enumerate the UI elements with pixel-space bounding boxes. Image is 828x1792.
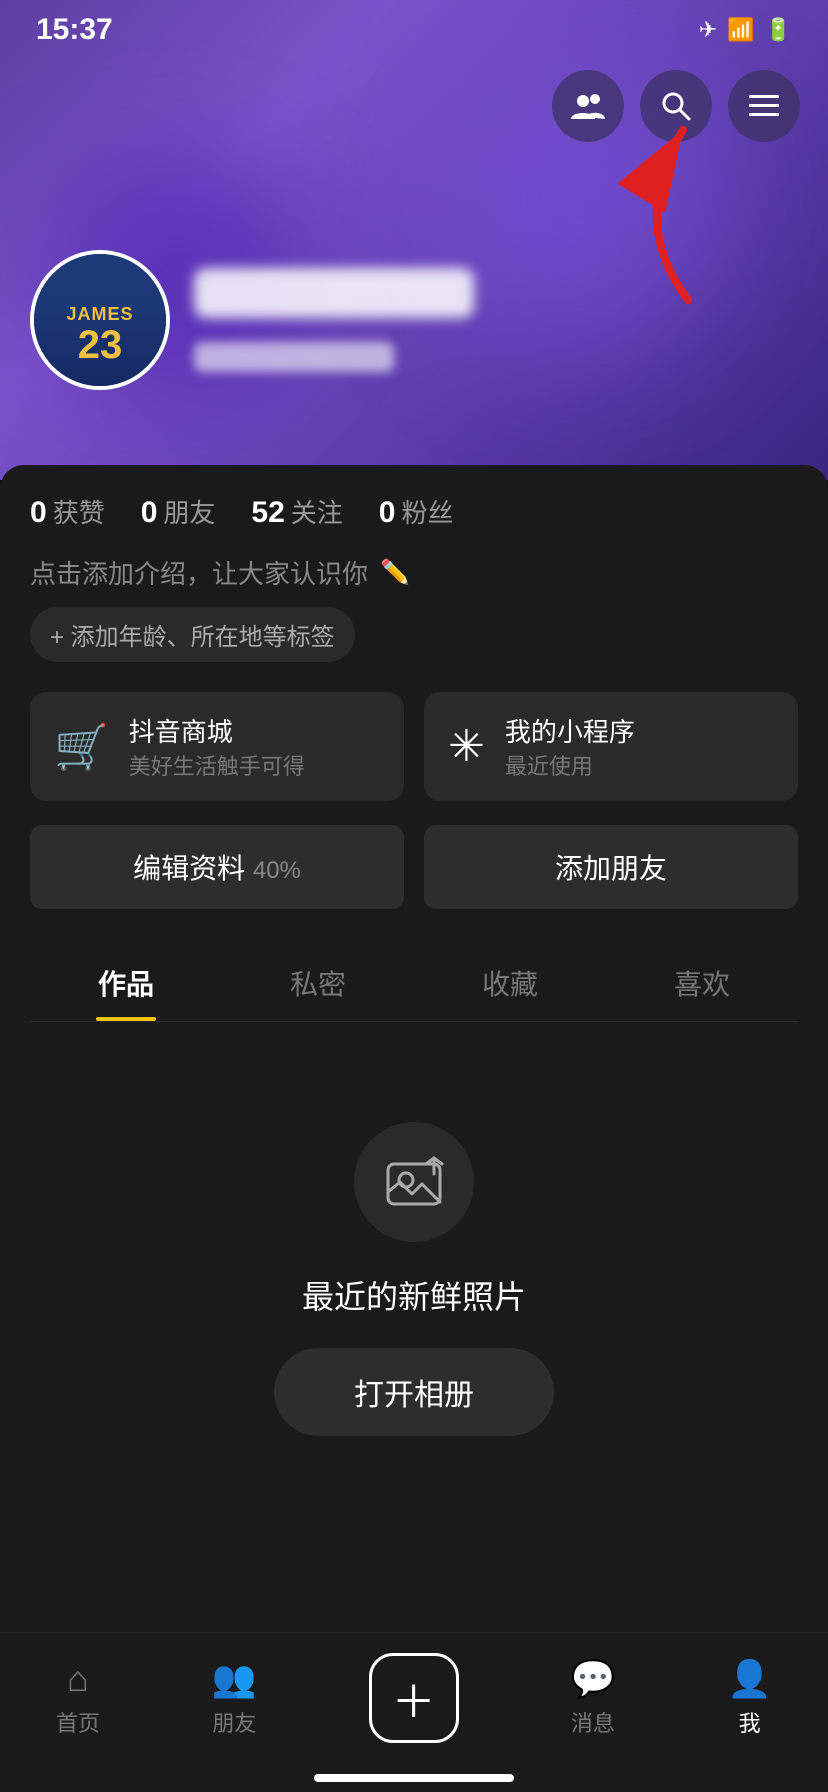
content-tabs: 作品 私密 收藏 喜欢 — [30, 945, 798, 1022]
followers-count: 0 — [379, 496, 396, 530]
profile-text-area — [194, 268, 474, 372]
following-count: 52 — [251, 496, 284, 530]
bio-row[interactable]: 点击添加介绍，让大家认识你 ✏️ — [30, 554, 798, 591]
status-time: 15:37 — [36, 13, 113, 47]
profile-body: 0 获赞 0 朋友 52 关注 0 粉丝 点击添加介绍，让大家认识你 ✏️ + … — [0, 465, 828, 1792]
tag-button[interactable]: + 添加年龄、所在地等标签 — [30, 607, 355, 662]
profile-info: JAMES 23 — [30, 250, 474, 390]
likes-count: 0 — [30, 496, 47, 530]
nav-home[interactable]: ⌂ 首页 — [56, 1658, 100, 1738]
cart-icon: 🛒 — [54, 721, 109, 773]
userid-blurred — [194, 342, 394, 372]
open-album-label: 打开相册 — [354, 1379, 474, 1412]
stat-following[interactable]: 52 关注 — [251, 493, 342, 530]
mini-icon: ✳ — [448, 721, 485, 772]
tab-private-label: 私密 — [290, 969, 346, 1000]
stat-friends: 0 朋友 — [141, 493, 216, 530]
mini-text: 我的小程序 最近使用 — [505, 712, 635, 781]
nav-me[interactable]: 👤 我 — [727, 1658, 772, 1738]
douyin-mall-card[interactable]: 🛒 抖音商城 美好生活触手可得 — [30, 692, 404, 801]
status-bar: 15:37 ✈ 📶 🔋 — [0, 0, 828, 60]
nav-me-label: 我 — [739, 1706, 761, 1738]
followers-label: 粉丝 — [401, 493, 453, 530]
airplane-icon: ✈ — [699, 17, 717, 43]
header-actions — [552, 70, 800, 142]
edit-pct: 40% — [253, 857, 301, 884]
home-indicator — [314, 1774, 514, 1782]
friends-count: 0 — [141, 496, 158, 530]
status-icons: ✈ 📶 🔋 — [699, 17, 792, 43]
nav-friends-label: 朋友 — [212, 1706, 256, 1738]
messages-icon: 💬 — [570, 1658, 615, 1700]
empty-title: 最近的新鲜照片 — [302, 1272, 526, 1318]
jersey-name: JAMES — [66, 304, 133, 325]
friends-button[interactable] — [552, 70, 624, 142]
tab-private[interactable]: 私密 — [222, 945, 414, 1021]
likes-label: 获赞 — [53, 493, 105, 530]
mall-title: 抖音商城 — [129, 712, 305, 749]
mini-subtitle: 最近使用 — [505, 749, 635, 781]
empty-state: 最近的新鲜照片 打开相册 — [30, 1022, 798, 1436]
bio-text: 点击添加介绍，让大家认识你 — [30, 554, 368, 591]
mini-title: 我的小程序 — [505, 712, 635, 749]
friends-nav-icon: 👥 — [212, 1658, 257, 1700]
mall-subtitle: 美好生活触手可得 — [129, 749, 305, 781]
home-icon: ⌂ — [67, 1658, 89, 1700]
mini-program-card[interactable]: ✳ 我的小程序 最近使用 — [424, 692, 798, 801]
stat-likes: 0 获赞 — [30, 493, 105, 530]
following-label: 关注 — [291, 493, 343, 530]
edit-profile-button[interactable]: 编辑资料 40% — [30, 825, 404, 909]
avatar[interactable]: JAMES 23 — [30, 250, 170, 390]
mall-text: 抖音商城 美好生活触手可得 — [129, 712, 305, 781]
wifi-icon: 📶 — [727, 17, 754, 43]
nav-home-label: 首页 — [56, 1706, 100, 1738]
tab-liked-label: 喜欢 — [674, 969, 730, 1000]
nav-messages[interactable]: 💬 消息 — [570, 1658, 615, 1738]
stats-row: 0 获赞 0 朋友 52 关注 0 粉丝 — [30, 493, 798, 530]
stat-followers[interactable]: 0 粉丝 — [379, 493, 454, 530]
nav-add[interactable]: ＋ — [369, 1653, 459, 1743]
open-album-button[interactable]: 打开相册 — [274, 1348, 554, 1436]
add-button[interactable]: ＋ — [369, 1653, 459, 1743]
tab-works[interactable]: 作品 — [30, 945, 222, 1021]
add-friend-label: 添加朋友 — [555, 853, 667, 884]
bottom-nav: ⌂ 首页 👥 朋友 ＋ 💬 消息 👤 我 — [0, 1632, 828, 1792]
empty-icon — [354, 1122, 474, 1242]
nav-messages-label: 消息 — [571, 1706, 615, 1738]
bio-edit-icon: ✏️ — [380, 558, 410, 587]
battery-icon: 🔋 — [765, 17, 792, 43]
username-blurred — [194, 268, 474, 318]
menu-button[interactable] — [728, 70, 800, 142]
me-icon: 👤 — [727, 1658, 772, 1700]
tab-liked[interactable]: 喜欢 — [606, 945, 798, 1021]
tab-works-label: 作品 — [98, 969, 154, 1000]
search-button[interactable] — [640, 70, 712, 142]
service-cards: 🛒 抖音商城 美好生活触手可得 ✳ 我的小程序 最近使用 — [30, 692, 798, 801]
tab-favorites[interactable]: 收藏 — [414, 945, 606, 1021]
add-icon: ＋ — [392, 1666, 436, 1730]
tag-btn-label: + 添加年龄、所在地等标签 — [50, 617, 335, 652]
tab-favorites-label: 收藏 — [482, 969, 538, 1000]
add-friend-button[interactable]: 添加朋友 — [424, 825, 798, 909]
friends-label: 朋友 — [163, 493, 215, 530]
jersey-number: 23 — [78, 325, 123, 365]
edit-label: 编辑资料 — [133, 853, 253, 884]
action-buttons: 编辑资料 40% 添加朋友 — [30, 825, 798, 909]
nav-friends[interactable]: 👥 朋友 — [212, 1658, 257, 1738]
